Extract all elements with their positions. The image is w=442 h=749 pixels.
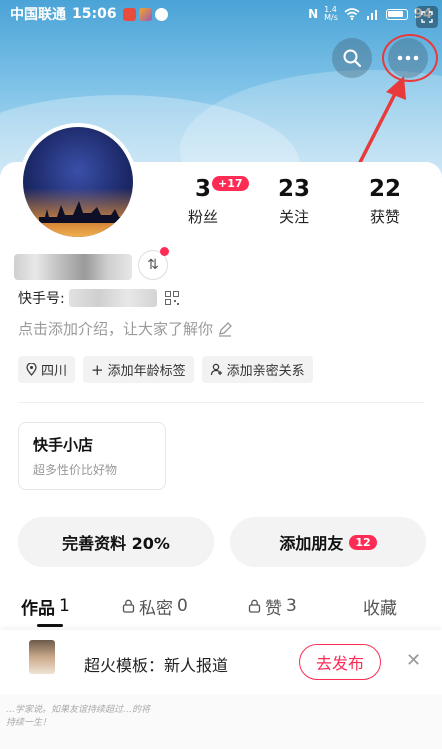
clock: 15:06 xyxy=(72,6,117,22)
fans-label: 粉丝 xyxy=(187,208,218,226)
avatar-tree-silhouette xyxy=(39,201,125,223)
following-count: 23 xyxy=(277,176,310,202)
notification-app-icon xyxy=(138,7,152,21)
signal-icon xyxy=(366,10,377,20)
qr-code-icon[interactable] xyxy=(164,291,179,305)
publish-button[interactable]: 去发布 xyxy=(299,644,381,680)
person-icon xyxy=(210,363,222,376)
chat-bubble-icon xyxy=(154,7,168,21)
following-label: 关注 xyxy=(278,208,309,226)
avatar[interactable] xyxy=(19,123,137,241)
stat-likes[interactable]: 22 获赞 xyxy=(350,176,420,227)
tab-likes-count: 3 xyxy=(286,596,297,616)
carrier-label: 中国联通 xyxy=(10,7,66,23)
wifi-icon xyxy=(344,8,360,20)
intro-placeholder: 点击添加介绍，让大家了解你 xyxy=(18,320,214,338)
add-intro-prompt[interactable]: 点击添加介绍，让大家了解你 xyxy=(18,318,233,339)
publish-button-label: 去发布 xyxy=(315,654,364,673)
kuaishou-id-row[interactable]: 快手号: xyxy=(18,288,179,308)
edit-pencil-icon xyxy=(219,321,232,337)
promo-thumbnail xyxy=(29,640,55,674)
switch-notification-dot xyxy=(160,247,169,256)
tag-add-age[interactable]: + 添加年龄标签 xyxy=(83,356,194,383)
likes-count: 22 xyxy=(368,176,401,202)
battery-icon xyxy=(385,8,408,20)
tag-location[interactable]: 四川 xyxy=(18,356,76,383)
status-right: N 1.4 M/s 94 xyxy=(308,6,432,22)
kuaishou-shop-card[interactable]: 快手小店 超多性价比好物 xyxy=(18,422,166,490)
tag-add-relationship-label: 添加亲密关系 xyxy=(226,364,305,379)
notification-app-icon xyxy=(122,7,136,21)
complete-profile-button[interactable]: 完善资料 20% xyxy=(18,517,214,567)
tab-favorites[interactable]: 收藏 xyxy=(363,594,397,619)
profile-tags: 四川 + 添加年龄标签 添加亲密关系 xyxy=(18,356,313,383)
stat-following[interactable]: 23 关注 xyxy=(259,176,329,227)
tab-private-count: 0 xyxy=(177,596,188,616)
shop-title: 快手小店 xyxy=(33,436,94,454)
tab-works-label: 作品 xyxy=(21,598,55,619)
promo-banner[interactable]: 超火模板：新人报道 去发布 ✕ xyxy=(0,630,442,694)
username-redacted[interactable] xyxy=(14,254,132,280)
kuaishou-id-label: 快手号: xyxy=(18,291,65,307)
tab-private-label: 私密 xyxy=(139,598,173,619)
add-friend-label: 添加朋友 xyxy=(279,534,344,553)
tab-private[interactable]: 私密 0 xyxy=(122,594,188,619)
kuaishou-id-redacted xyxy=(68,289,157,307)
content-tabs: 作品 1 私密 0 赞 3 收藏 xyxy=(0,588,442,624)
tab-likes-label: 赞 xyxy=(265,598,282,619)
switch-arrows-icon: ⇅ xyxy=(147,257,159,273)
add-friend-badge: 12 xyxy=(349,534,377,550)
shop-subtitle: 超多性价比好物 xyxy=(33,463,118,477)
video-preview-caption: …学家说。如果友谊持续超过…的将持续一生！ xyxy=(6,705,151,728)
search-icon xyxy=(343,49,362,68)
nfc-icon: N xyxy=(308,7,319,21)
tag-add-relationship[interactable]: 添加亲密关系 xyxy=(201,356,313,383)
close-icon[interactable]: ✕ xyxy=(406,650,421,671)
promo-text: 超火模板：新人报道 xyxy=(84,656,229,675)
add-friend-button[interactable]: 添加朋友 12 xyxy=(230,517,426,567)
notification-icons xyxy=(122,7,168,21)
tab-favorites-label: 收藏 xyxy=(363,598,397,619)
lock-icon xyxy=(122,599,135,613)
fullscreen-expand-icon[interactable] xyxy=(416,6,438,28)
status-bar: 中国联通 15:06 N 1.4 M/s 94 xyxy=(0,0,442,28)
plus-icon: + xyxy=(91,360,104,379)
tab-works[interactable]: 作品 1 xyxy=(21,594,70,619)
lock-icon xyxy=(248,599,261,613)
tab-likes[interactable]: 赞 3 xyxy=(248,594,297,619)
tab-works-count: 1 xyxy=(59,596,70,616)
new-fans-badge: +17 xyxy=(212,176,249,191)
likes-label: 获赞 xyxy=(369,208,400,226)
section-divider xyxy=(18,402,424,403)
tag-add-age-label: 添加年龄标签 xyxy=(107,364,186,379)
active-tab-indicator xyxy=(37,624,63,627)
location-pin-icon xyxy=(26,363,37,376)
net-speed: 1.4 M/s xyxy=(324,5,338,22)
complete-profile-label: 完善资料 20% xyxy=(62,534,170,553)
tag-location-label: 四川 xyxy=(41,364,68,379)
